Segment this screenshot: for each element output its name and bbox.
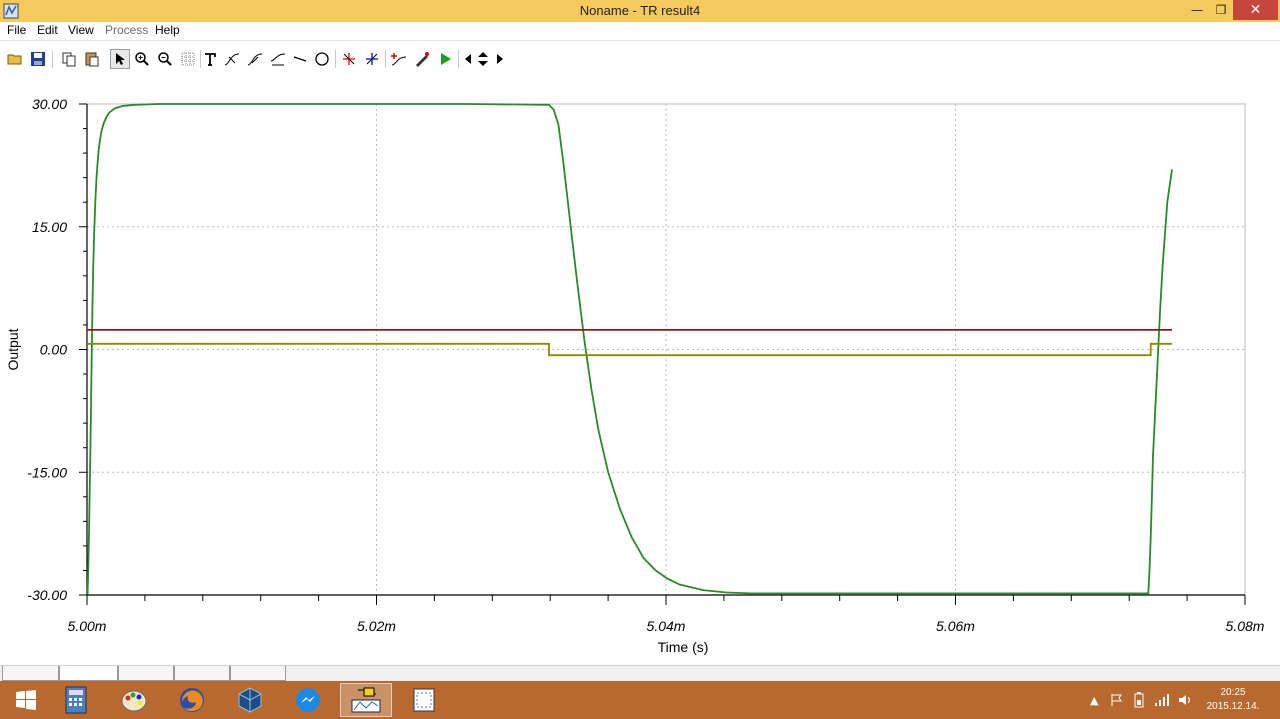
menu-file[interactable]: File xyxy=(7,23,26,37)
paint-icon[interactable] xyxy=(108,683,160,717)
x-axis-label: Time (s) xyxy=(658,639,709,655)
pointer-icon[interactable] xyxy=(110,49,130,69)
y-tick-label: -15.00 xyxy=(27,464,67,480)
y-tick-label: 0.00 xyxy=(40,342,67,358)
messenger-icon[interactable] xyxy=(282,683,334,717)
cursor-a-icon[interactable] xyxy=(222,49,242,69)
grid-icon[interactable] xyxy=(178,49,198,69)
arrow-right-icon[interactable] xyxy=(494,49,506,69)
menu-help[interactable]: Help xyxy=(155,23,180,37)
copy-icon[interactable] xyxy=(59,49,79,69)
signal-icon[interactable] xyxy=(1154,681,1170,719)
y-marker-icon[interactable] xyxy=(362,49,382,69)
y-tick-label: -30.00 xyxy=(27,587,67,603)
window-title: Noname - TR result4 xyxy=(579,3,701,18)
arrow-left-icon[interactable] xyxy=(462,49,474,69)
tray-expand-icon[interactable]: ▲ xyxy=(1090,681,1098,719)
add-curve-icon[interactable] xyxy=(389,49,409,69)
paste-icon[interactable] xyxy=(82,49,102,69)
maximize-button[interactable]: ❐ xyxy=(1207,0,1235,20)
toolbar xyxy=(0,40,1280,76)
x-tick-label: 5.02m xyxy=(357,618,396,634)
tab-1[interactable] xyxy=(2,666,59,681)
arrow-updown-icon[interactable] xyxy=(476,49,490,69)
pen-icon[interactable] xyxy=(412,49,432,69)
text-icon[interactable] xyxy=(200,49,220,69)
cursor-both-icon[interactable] xyxy=(268,49,288,69)
line-icon[interactable] xyxy=(290,49,310,69)
battery-icon[interactable] xyxy=(1132,681,1146,719)
close-button[interactable]: ✕ xyxy=(1233,0,1278,20)
x-tick-label: 5.06m xyxy=(936,618,975,634)
x-tick-label: 5.00m xyxy=(68,618,107,634)
tab-3[interactable] xyxy=(118,666,174,681)
action-center-icon[interactable] xyxy=(1110,681,1124,719)
zoom-in-icon[interactable] xyxy=(132,49,152,69)
menu-process[interactable]: Process xyxy=(105,23,148,37)
taskbar: ▲ 20:25 2015.12.14. xyxy=(0,681,1280,719)
ellipse-icon[interactable] xyxy=(312,49,332,69)
run-icon[interactable] xyxy=(435,49,455,69)
menu-view[interactable]: View xyxy=(68,23,94,37)
diagram-tabs xyxy=(0,665,1280,682)
x-marker-icon[interactable] xyxy=(339,49,359,69)
plot-area[interactable]: 5.00m 5.02m 5.04m 5.06m 5.08m 30.00 15.00 0.00 -… xyxy=(0,75,1280,665)
clock-date: 2015.12.14. xyxy=(1206,701,1260,712)
y-tick-label: 30.00 xyxy=(32,96,67,112)
zoom-100-icon[interactable] xyxy=(155,49,175,69)
open-folder-icon[interactable] xyxy=(5,49,25,69)
start-icon[interactable] xyxy=(0,683,52,717)
menu-bar: File Edit View Process Help xyxy=(0,22,1280,40)
x-tick-label: 5.04m xyxy=(647,618,686,634)
y-tick-label: 15.00 xyxy=(32,219,67,235)
title-bar: Noname - TR result4 — ❐ ✕ xyxy=(0,0,1280,22)
menu-edit[interactable]: Edit xyxy=(37,23,58,37)
tab-4[interactable] xyxy=(174,666,230,681)
save-icon[interactable] xyxy=(28,49,48,69)
y-axis-label: Output xyxy=(5,328,21,370)
calculator-icon[interactable] xyxy=(50,683,102,717)
clock-time: 20:25 xyxy=(1220,687,1246,698)
explorer-icon[interactable] xyxy=(398,683,450,717)
cursor-b-icon[interactable] xyxy=(245,49,265,69)
chart-svg: 5.00m 5.02m 5.04m 5.06m 5.08m 30.00 15.00 0.00 -… xyxy=(5,96,1265,655)
volume-icon[interactable] xyxy=(1178,681,1192,719)
tina-icon[interactable] xyxy=(340,683,392,717)
firefox-icon[interactable] xyxy=(166,683,218,717)
clock[interactable]: 20:25 2015.12.14. xyxy=(1198,686,1268,714)
tab-2[interactable] xyxy=(59,666,118,681)
x-tick-label: 5.08m xyxy=(1226,618,1265,634)
tab-5[interactable] xyxy=(230,666,286,681)
virtualbox-icon[interactable] xyxy=(224,683,276,717)
